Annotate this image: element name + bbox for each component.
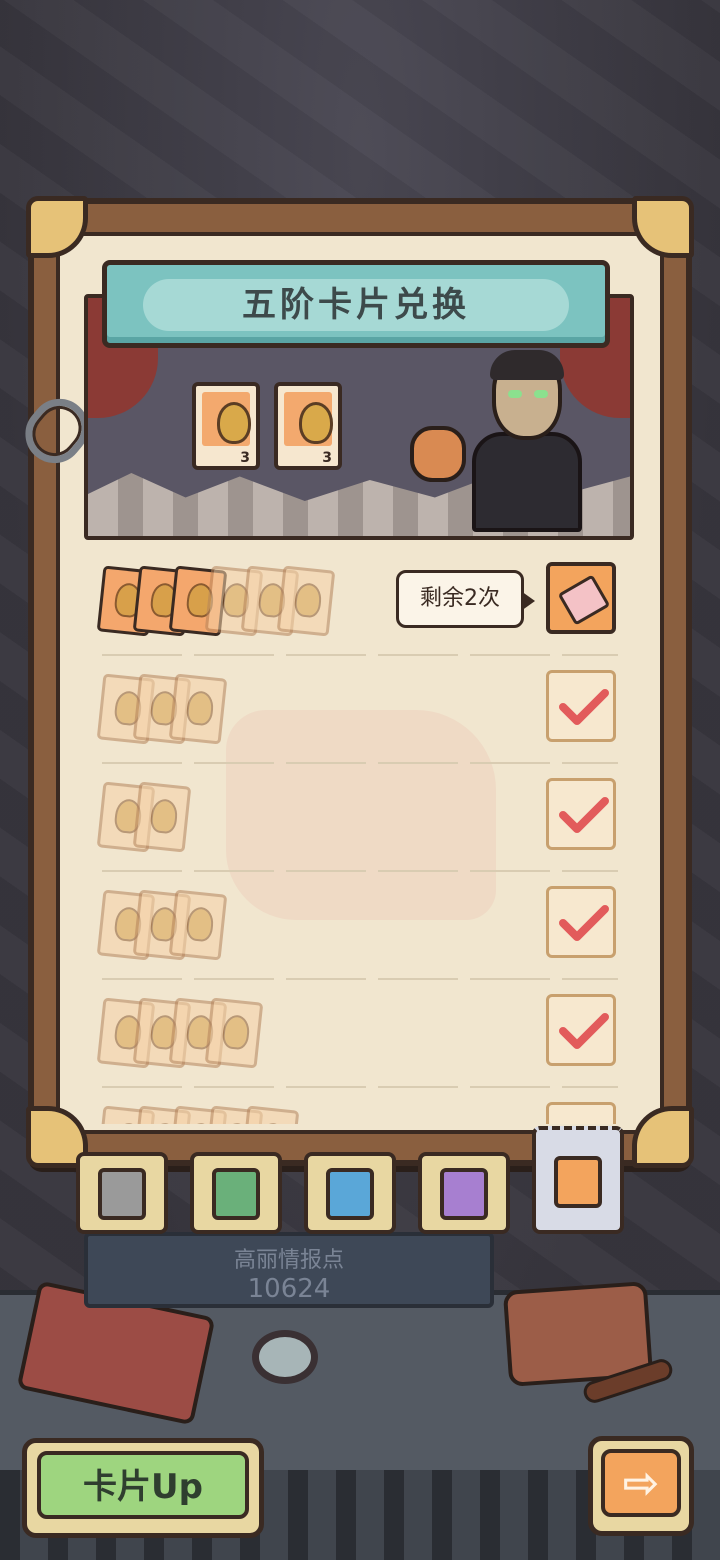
card-icon xyxy=(276,565,336,637)
card-up-button[interactable]: 卡片Up xyxy=(22,1438,264,1538)
card-tier-icon xyxy=(554,1156,602,1208)
check-icon xyxy=(559,1013,609,1049)
reward-row xyxy=(80,764,640,872)
cat-character xyxy=(410,426,466,482)
card-tier-icon xyxy=(326,1168,374,1220)
intel-points-panel: 高丽情报点 10624 xyxy=(84,1232,494,1308)
claimed-reward[interactable] xyxy=(546,1102,616,1124)
purple-tier-tab[interactable] xyxy=(418,1152,510,1234)
reward-row xyxy=(80,656,640,764)
check-icon xyxy=(559,905,609,941)
villain-hair xyxy=(490,350,564,380)
villain-character xyxy=(472,350,582,532)
card-icon xyxy=(168,673,228,745)
treasure-card-icon xyxy=(284,392,333,446)
green-tier-tab[interactable] xyxy=(190,1152,282,1234)
magnifier-icon xyxy=(252,1330,318,1384)
tier-tabs xyxy=(76,1126,636,1242)
blue-tier-tab[interactable] xyxy=(304,1152,396,1234)
card-tier-icon xyxy=(98,1168,146,1220)
check-icon xyxy=(559,689,609,725)
reward-row xyxy=(80,1088,640,1124)
remaining-tooltip: 剩余2次 xyxy=(396,570,535,628)
grey-tier-tab[interactable] xyxy=(76,1152,168,1234)
title-banner: 五阶卡片兑换 xyxy=(102,260,610,348)
intel-points-label: 高丽情报点 xyxy=(233,1248,344,1273)
card-icon xyxy=(204,997,264,1069)
claimed-reward[interactable] xyxy=(546,670,616,742)
intel-points-value: 10624 xyxy=(247,1274,331,1304)
required-card-sack[interactable]: 3 xyxy=(192,382,260,470)
claimed-reward[interactable] xyxy=(546,886,616,958)
required-count: 3 xyxy=(240,450,250,466)
card-icon xyxy=(240,1105,300,1124)
reward-row: 剩余2次 xyxy=(80,548,640,656)
card-up-label: 卡片Up xyxy=(37,1451,249,1519)
card-tier-icon xyxy=(212,1168,260,1220)
claimed-reward[interactable] xyxy=(546,994,616,1066)
villain-body xyxy=(472,432,582,532)
next-button[interactable]: ⇨ xyxy=(588,1436,694,1536)
reward-row xyxy=(80,872,640,980)
card-icon xyxy=(168,889,228,961)
claimed-reward[interactable] xyxy=(546,778,616,850)
ticket-icon xyxy=(557,574,611,626)
villain-eye xyxy=(534,390,548,398)
sack-card-icon xyxy=(202,392,251,446)
villain-eye xyxy=(508,390,522,398)
arrow-right-icon: ⇨ xyxy=(601,1449,681,1517)
page-title: 五阶卡片兑换 xyxy=(143,279,569,331)
reward-row xyxy=(80,980,640,1088)
card-icon xyxy=(132,781,192,853)
check-icon xyxy=(559,797,609,833)
reward-list[interactable]: 剩余2次 xyxy=(80,548,640,1124)
claim-reward-button[interactable] xyxy=(546,562,616,634)
required-card-treasure[interactable]: 3 xyxy=(274,382,342,470)
card-tier-icon xyxy=(440,1168,488,1220)
orange-tier-tab[interactable] xyxy=(532,1126,624,1234)
required-count: 3 xyxy=(322,450,332,466)
